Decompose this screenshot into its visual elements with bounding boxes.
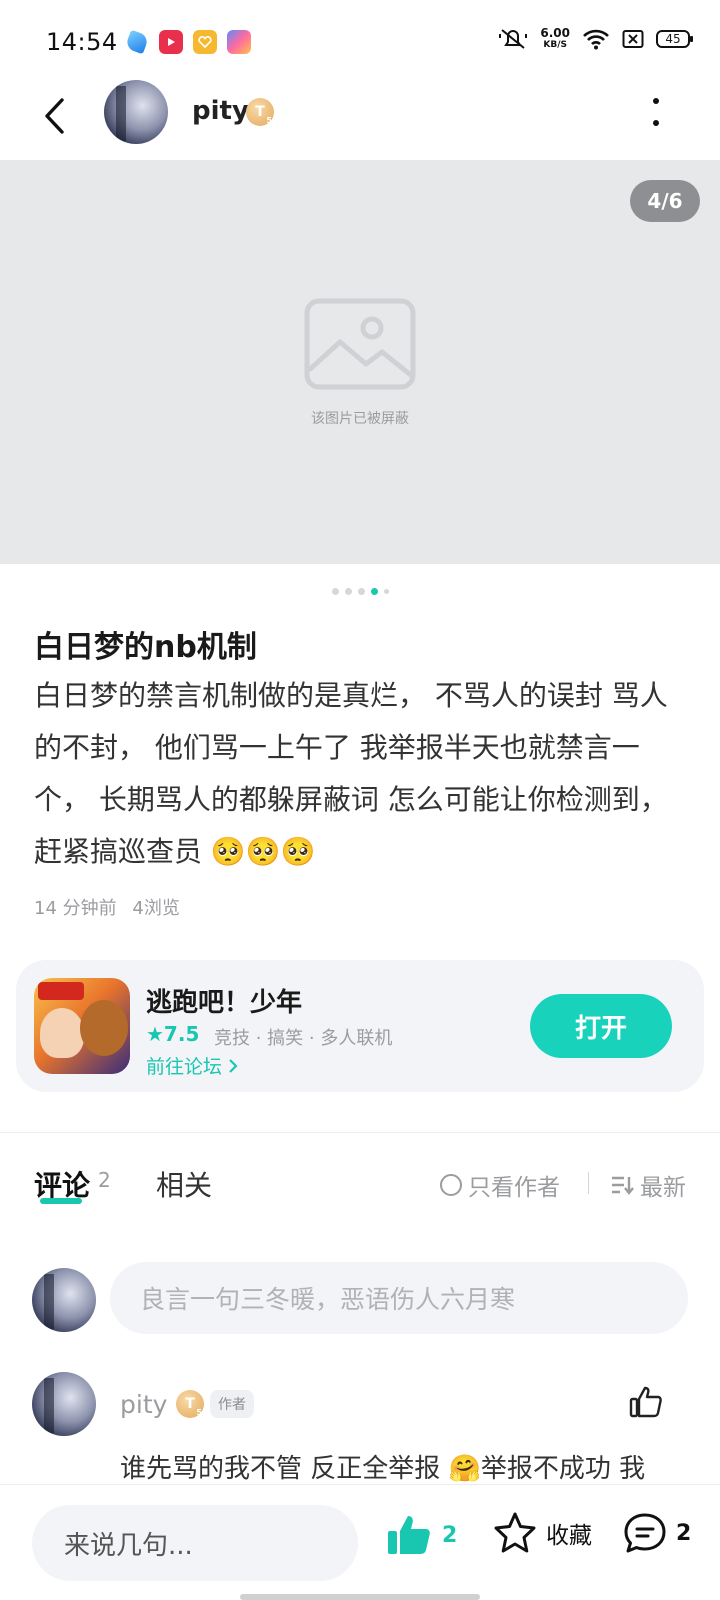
favorite-label: 收藏 (546, 1523, 592, 1549)
post-views: 4浏览 (132, 898, 180, 919)
sort-latest-button[interactable]: 最新 (610, 1168, 686, 1202)
game-card[interactable]: 逃跑吧！少年 ★7.5 竞技 · 搞笑 · 多人联机 前往论坛 打开 (16, 960, 704, 1092)
game-name[interactable]: 逃跑吧！少年 (146, 982, 302, 1019)
status-indicators: 6.00 KB/S 45 (498, 26, 693, 52)
radio-circle-icon (440, 1174, 462, 1196)
only-author-toggle[interactable]: 只看作者 (440, 1168, 560, 1202)
net-speed-value: 6.00 (540, 26, 570, 40)
like-count: 2 (442, 1522, 458, 1548)
game-forum-link[interactable]: 前往论坛 (146, 1052, 238, 1079)
level-letter: T (185, 1396, 195, 1412)
chevron-right-icon (229, 1058, 238, 1073)
tab-active-indicator (40, 1198, 82, 1204)
no-sim-icon (622, 30, 644, 48)
more-options-button[interactable] (644, 98, 668, 126)
post-image-carousel[interactable]: 4/6 该图片已被屏蔽 (0, 160, 720, 564)
comment-text: 谁先骂的我不管 反正全举报 🤗举报不成功 我 (120, 1454, 646, 1484)
post-body: 白日梦的禁言机制做的是真烂， 不骂人的误封 骂人的不封， 他们骂一上午了 我举报… (34, 679, 668, 868)
author-name[interactable]: pity (192, 96, 249, 126)
open-game-button[interactable]: 打开 (530, 994, 672, 1058)
post-time: 14 分钟前 (34, 898, 117, 919)
level-badge: T 5 (246, 98, 274, 126)
author-avatar[interactable] (104, 80, 168, 144)
game-app-icon[interactable] (34, 978, 130, 1074)
comments-button[interactable]: 2 (622, 1511, 691, 1555)
more-dot-icon (653, 98, 659, 104)
my-avatar (32, 1268, 96, 1332)
like-button[interactable]: 2 (386, 1513, 457, 1557)
back-arrow-icon (45, 98, 64, 134)
game-tags: 竞技 · 搞笑 · 多人联机 (214, 1028, 393, 1049)
post-title: 白日梦的nb机制 (34, 630, 257, 665)
post-header: pity T 5 (0, 80, 720, 160)
home-indicator[interactable] (240, 1594, 480, 1600)
carousel-dot-active (370, 588, 378, 595)
image-counter: 4/6 (630, 180, 700, 222)
sort-icon (612, 1176, 634, 1195)
wifi-icon (583, 29, 609, 50)
comment-bubble-icon (624, 1513, 666, 1553)
game-rating: ★7.5 (146, 1022, 200, 1046)
level-letter: T (255, 104, 265, 120)
game-forum-label: 前往论坛 (146, 1056, 223, 1078)
star-icon (494, 1512, 536, 1553)
game-icon-banner (38, 982, 84, 1000)
say-something-input[interactable]: 来说几句... (32, 1505, 358, 1581)
sort-label: 最新 (640, 1175, 686, 1201)
level-number: 5 (196, 1408, 202, 1417)
status-time: 14:54 (46, 28, 118, 56)
comments-count: 2 (98, 1168, 111, 1192)
carousel-dots (0, 588, 720, 595)
commenter-level-badge: T 5 (176, 1390, 204, 1418)
net-speed-unit: KB/S (543, 40, 567, 50)
only-author-label: 只看作者 (468, 1175, 560, 1201)
level-number: 5 (266, 116, 272, 125)
section-divider (0, 1132, 720, 1133)
assistant-app-icon (227, 30, 251, 54)
carousel-dot (331, 588, 339, 595)
heart-app-icon (193, 30, 217, 54)
status-bar: 14:54 6.00 KB/S 45 (0, 0, 720, 80)
comment-input[interactable]: 良言一句三冬暖，恶语伤人六月寒 (110, 1262, 688, 1334)
commenter-name[interactable]: pity (120, 1390, 167, 1419)
game-icon-bear (80, 1000, 128, 1056)
status-app-icons (124, 29, 251, 55)
mute-icon (499, 29, 528, 49)
battery-indicator: 45 (656, 30, 693, 48)
more-dot-icon (653, 120, 659, 126)
commenter-avatar[interactable] (32, 1372, 96, 1436)
favorite-button[interactable]: 收藏 (492, 1511, 592, 1555)
thumbs-up-filled-icon (388, 1516, 430, 1554)
back-button[interactable] (34, 92, 74, 140)
carousel-dot (344, 588, 352, 595)
app-notification-icon (124, 29, 150, 55)
blocked-image-text: 该图片已被屏蔽 (311, 411, 409, 427)
carousel-dot (357, 588, 365, 595)
carousel-dot (383, 589, 389, 594)
post-meta: 14 分钟前 4浏览 (34, 894, 180, 920)
tab-separator (588, 1172, 589, 1194)
tab-related[interactable]: 相关 (156, 1164, 212, 1204)
bottom-action-bar: 来说几句... 2 收藏 2 (0, 1484, 720, 1600)
game-icon-character (40, 1008, 84, 1058)
net-speed: 6.00 KB/S (540, 27, 570, 51)
blocked-image-icon (304, 298, 416, 390)
comment-tabs: 评论 2 相关 只看作者 最新 (0, 1150, 720, 1210)
author-tag: 作者 (210, 1390, 254, 1418)
comment-count: 2 (676, 1520, 692, 1546)
video-app-icon (159, 30, 183, 54)
thumbs-up-icon[interactable] (628, 1384, 664, 1420)
